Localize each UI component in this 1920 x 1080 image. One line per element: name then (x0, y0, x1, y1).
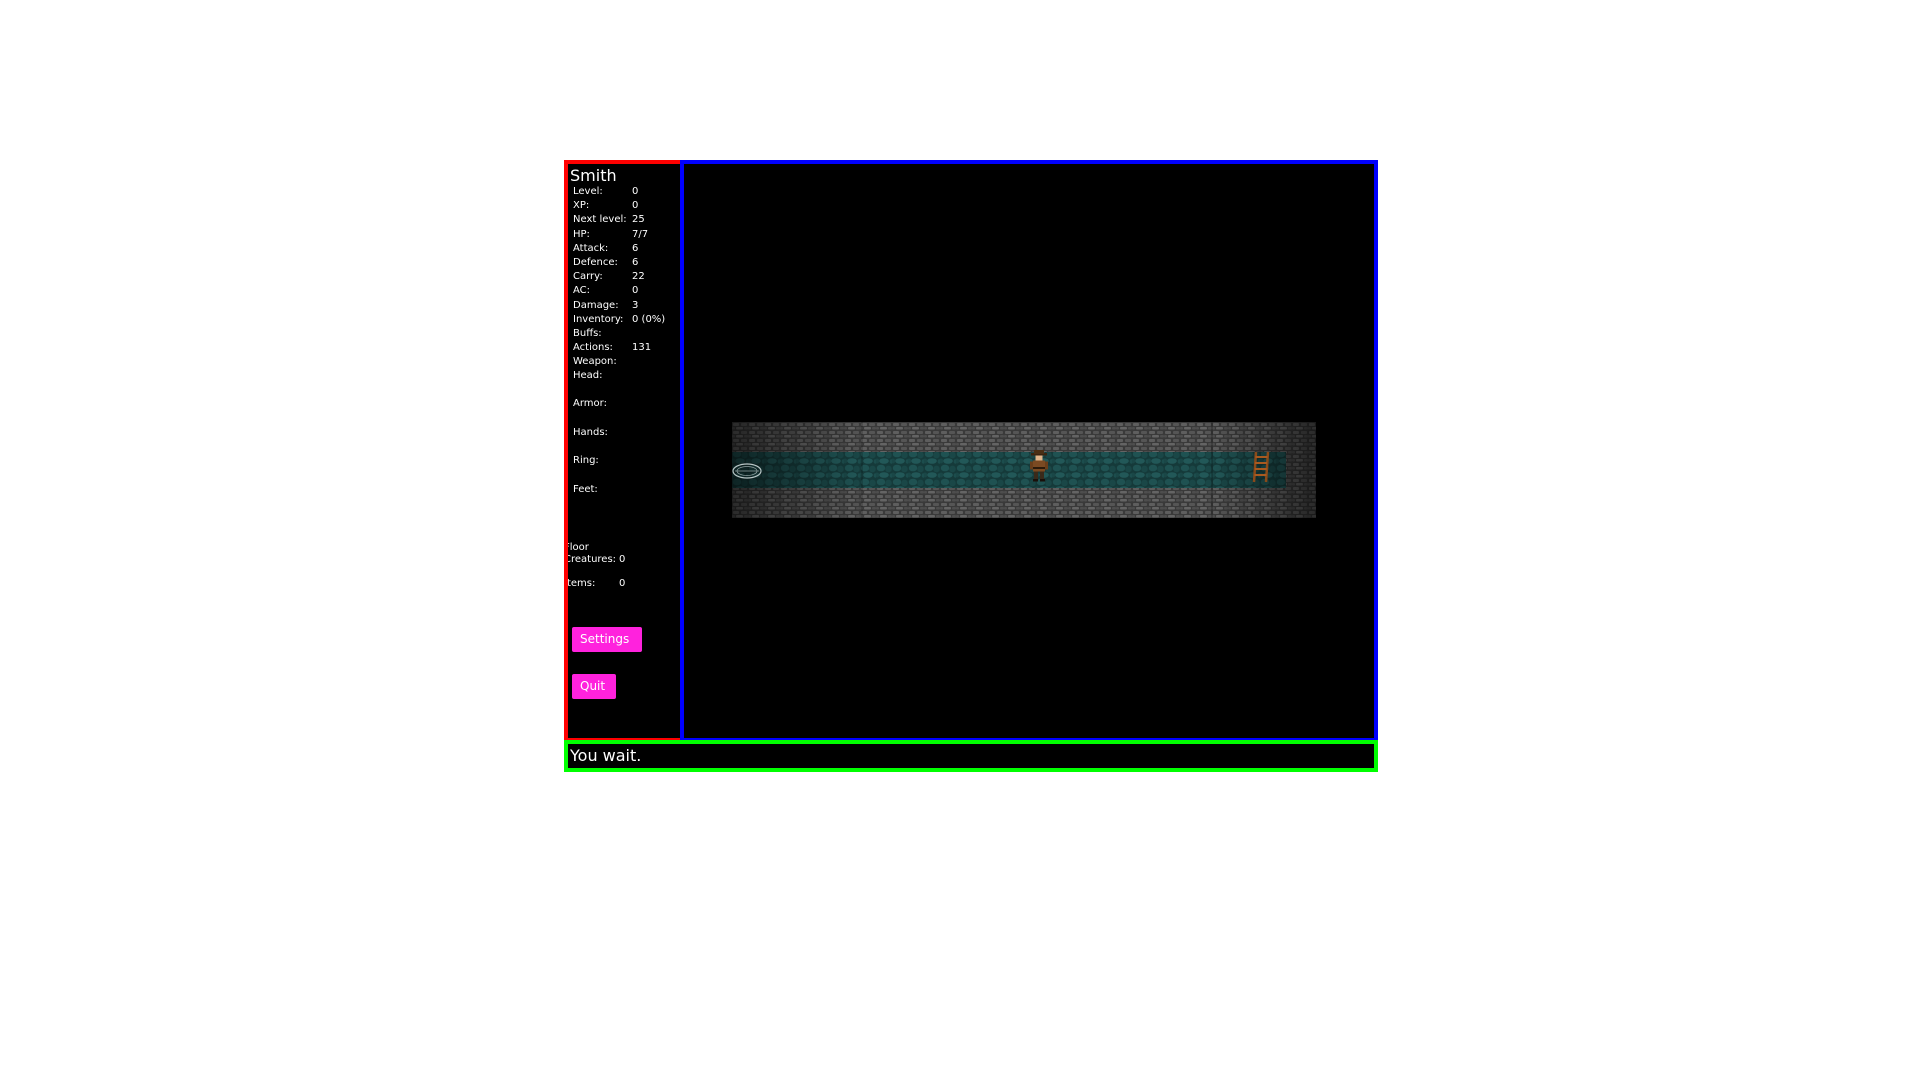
stat-label: Attack: (573, 242, 609, 254)
game-screen: Smith Level: 0 XP: 0 Next level: 25 HP: … (0, 0, 1920, 1080)
stat-row-carry: Carry: 22 (573, 270, 677, 284)
stat-label: AC: (573, 285, 591, 297)
stat-value: 0 (632, 200, 639, 212)
stat-label: Damage: (573, 299, 619, 311)
stat-value (632, 327, 677, 341)
stat-row-damage: Damage: 3 (573, 299, 677, 313)
equip-slot-hands: Hands: (573, 426, 608, 438)
stat-value: 0 (632, 186, 639, 197)
corridor (732, 422, 1316, 518)
equipment-list: Head: Armor: Hands: Ring: Feet: (573, 369, 677, 511)
stat-row-ac: AC: 0 (573, 284, 677, 298)
stat-label: Carry: (573, 271, 603, 283)
stat-row-attack: Attack: 6 (573, 242, 677, 256)
stat-value: 0 (632, 285, 639, 297)
stat-value (632, 355, 677, 369)
message-text: You wait. (570, 746, 642, 765)
stat-value: 6 (632, 242, 639, 254)
stat-value: 6 (632, 256, 639, 268)
stat-label: Defence: (573, 256, 618, 268)
stat-value: 131 (632, 342, 652, 354)
stat-label: Actions: (573, 342, 613, 354)
floor-creatures-row: Creatures: 0 (564, 554, 678, 566)
stat-list: Level: 0 XP: 0 Next level: 25 HP: 7/7 At… (573, 185, 677, 369)
settings-button[interactable]: Settings (572, 627, 642, 652)
stat-row-next-level: Next level: 25 (573, 213, 677, 227)
equip-slot-armor: Armor: (573, 398, 607, 410)
stat-value: 0 (0%) (632, 313, 666, 325)
floor-title: Floor (564, 542, 589, 553)
stat-value: 25 (632, 214, 645, 226)
stat-row-actions: Actions: 131 (573, 341, 677, 355)
stat-label: XP: (573, 200, 590, 212)
floor-info: Floor Creatures: 0 Items: 0 (568, 542, 678, 590)
stat-value: 7/7 (632, 228, 649, 240)
equip-slot-head: Head: (573, 370, 603, 381)
items-value: 0 (619, 578, 626, 589)
stat-row-weapon: Weapon: (573, 355, 677, 369)
character-stats-panel: Smith Level: 0 XP: 0 Next level: 25 HP: … (564, 160, 685, 742)
stat-row-hp: HP: 7/7 (573, 228, 677, 242)
character-name: Smith (570, 166, 617, 185)
stat-label: Buffs: (573, 327, 602, 339)
stat-value: 22 (632, 271, 645, 283)
items-label: Items: (564, 578, 596, 589)
stat-label: Inventory: (573, 313, 624, 325)
stat-row-buffs: Buffs: (573, 327, 677, 341)
stat-label: Weapon: (573, 356, 617, 368)
message-log: You wait. (564, 740, 1378, 772)
stat-row-xp: XP: 0 (573, 199, 677, 213)
stat-row-defence: Defence: 6 (573, 256, 677, 270)
light-fade-left (732, 422, 862, 518)
equip-slot-feet: Feet: (573, 483, 598, 495)
creatures-label: Creatures: (564, 554, 617, 565)
quit-button[interactable]: Quit (572, 674, 616, 699)
pressure-plate-icon (732, 463, 762, 479)
floor-items-row: Items: 0 (564, 578, 678, 590)
stat-row-level: Level: 0 (573, 185, 677, 199)
dungeon-map[interactable] (680, 160, 1378, 742)
stat-label: HP: (573, 228, 590, 240)
stat-value: 3 (632, 299, 639, 311)
stat-row-inventory: Inventory: 0 (0%) (573, 313, 677, 327)
stat-label: Next level: (573, 214, 627, 226)
equip-slot-ring: Ring: (573, 455, 599, 467)
stat-label: Level: (573, 186, 603, 197)
creatures-value: 0 (619, 554, 626, 565)
